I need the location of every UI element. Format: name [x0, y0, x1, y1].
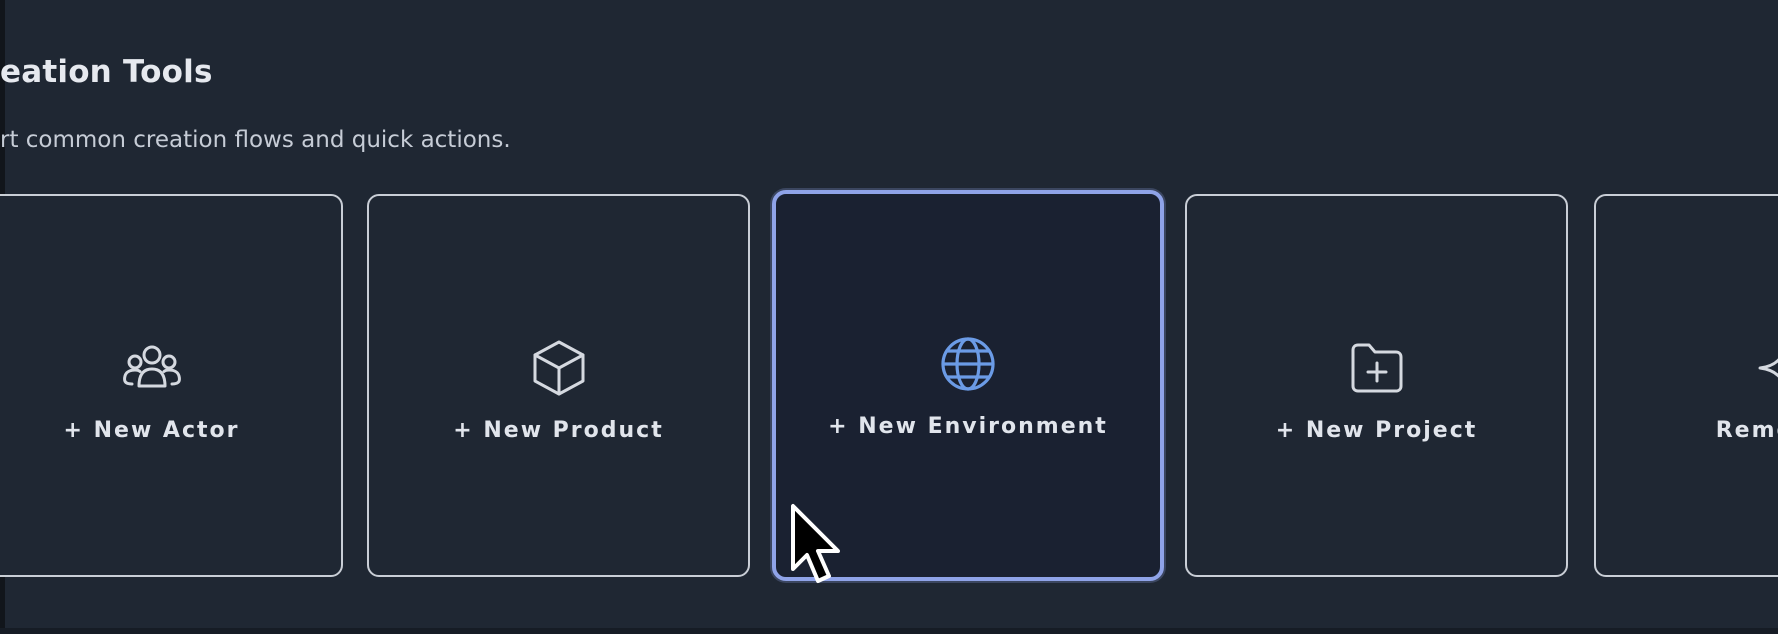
new-actor-label: + New Actor: [63, 418, 240, 443]
section-title: eation Tools: [0, 54, 213, 90]
new-actor-card[interactable]: + New Actor: [0, 194, 343, 577]
users-icon: [120, 336, 184, 400]
new-project-card[interactable]: + New Project: [1185, 194, 1568, 577]
remove-background-label: Remove B: [1715, 418, 1778, 443]
sparkle-icon: [1754, 336, 1778, 400]
cube-icon: [527, 336, 591, 400]
mouse-cursor-icon: [791, 504, 840, 583]
new-product-label: + New Product: [453, 418, 664, 443]
folder-plus-icon: [1345, 336, 1409, 400]
section-subtitle: rt common creation flows and quick actio…: [0, 127, 511, 153]
bottom-edge: [0, 628, 1778, 634]
globe-icon: [936, 332, 1000, 396]
new-project-label: + New Project: [1275, 418, 1478, 443]
new-product-card[interactable]: + New Product: [367, 194, 750, 577]
creation-tools-panel: eation Tools rt common creation flows an…: [0, 0, 1778, 634]
remove-background-card[interactable]: Remove B: [1594, 194, 1778, 577]
new-environment-label: + New Environment: [828, 414, 1108, 439]
